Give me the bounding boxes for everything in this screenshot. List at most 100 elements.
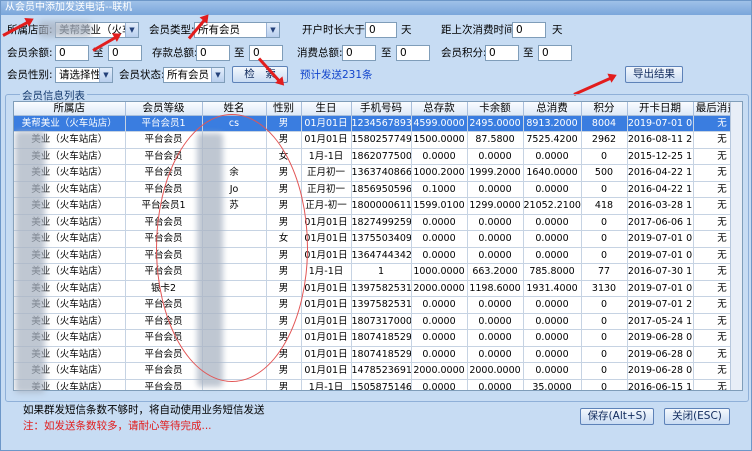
balance-to-input[interactable]: 0 [108, 45, 142, 61]
table-row[interactable]: 美帮美业（火车站店）平台会员1cs男01月01日123456789394599.… [14, 115, 742, 132]
open-duration-input[interactable]: 0 [365, 22, 397, 38]
table-cell: 18620775005 [351, 148, 412, 165]
table-row[interactable]: 美业（火车站店）平台会员男01月01日158025774971500.00008… [14, 131, 742, 149]
last-spend-input[interactable]: 0 [512, 22, 546, 38]
chevron-down-icon: ▼ [266, 23, 279, 37]
table-cell: 01月01日 [301, 296, 352, 314]
table-cell: 平台会员 [125, 362, 203, 380]
last-spend-label: 距上次消费时间: [441, 24, 519, 36]
table-cell: 0.0000 [411, 148, 468, 165]
type-select[interactable]: 所有会员 ▼ [194, 22, 280, 38]
table-cell: 0.0000 [411, 313, 468, 330]
column-header[interactable]: 总消费 [523, 102, 582, 116]
table-cell: 0.0000 [467, 247, 524, 264]
column-header[interactable]: 手机号码 [351, 102, 412, 116]
table-row[interactable]: 美业（火车站店）平台会员女1月-1日186207750050.00000.000… [14, 148, 742, 165]
table-cell: 0.0000 [523, 230, 582, 248]
column-header[interactable]: 所属店 [14, 102, 126, 116]
main-window: 从会员中添加发送电话--联机 所属店面: 美帮美业（火车站 ▼ 会员类型: 所有会… [0, 0, 752, 451]
spend-from-input[interactable]: 0 [342, 45, 376, 61]
table-row[interactable]: 美业（火车站店）银卡2男01月01日139758253102000.000011… [14, 280, 742, 297]
table-cell: 15058751461 [351, 379, 412, 390]
table-cell: 0 [581, 362, 628, 380]
table-cell: 2019-07-01 0 [627, 280, 694, 297]
table-cell: 18074185296З [351, 346, 412, 363]
table-cell: 1299.0000 [467, 197, 524, 215]
table-row[interactable]: 美业（火车站店） 平台会员男 1月-1日 1 1000.0000 663.2000 785.… [14, 263, 742, 281]
chevron-down-icon: ▼ [125, 23, 138, 37]
table-cell: 0 [581, 214, 628, 231]
table-cell: 1640.0000 [523, 164, 582, 182]
table-cell: 2019-06-28 0 [627, 346, 694, 363]
member-table[interactable]: 所属店 会员等级 姓名 性别 生日 手机号码 总存款 卡余额 总消费 积分 开卡日期 最后消费日 美帮… [13, 101, 743, 391]
open-duration-unit: 天 [401, 24, 412, 36]
table-cell: 1月-1日 [301, 263, 352, 281]
table-cell: 01月01日 [301, 230, 352, 248]
deposit-from-input[interactable]: 0 [196, 45, 230, 61]
column-header[interactable]: 卡余额 [467, 102, 524, 116]
chevron-down-icon: ▼ [211, 68, 224, 82]
status-select-value: 所有会员 [167, 69, 209, 81]
points-label: 会员积分: [441, 47, 487, 59]
table-row[interactable]: 美业（火车站店）平台会员男01月01日136474434240.00000.00… [14, 247, 742, 264]
table-cell: 13647443424 [351, 247, 412, 264]
balance-label: 会员余额: [7, 47, 53, 59]
table-cell: 13975825311 [351, 296, 412, 314]
points-from-input[interactable]: 0 [485, 45, 519, 61]
table-cell: 2017-05-24 1 [627, 313, 694, 330]
deposit-to-input[interactable]: 0 [249, 45, 283, 61]
table-cell: 1月-1日 [301, 148, 352, 165]
column-header[interactable]: 性别 [266, 102, 302, 116]
table-row[interactable]: 美业（火车站店）平台会员男01月01日147852369102000.00002… [14, 362, 742, 380]
gender-select[interactable]: 请选择性别 ▼ [55, 67, 113, 83]
table-cell: 01月01日 [301, 115, 352, 132]
table-row[interactable]: 美业（火车站店）平台会员男01月01日139758253110.00000.00… [14, 296, 742, 314]
wait-warning-note: 注：如发送条数较多，请耐心等待完成... [23, 420, 212, 432]
column-header[interactable]: 积分 [581, 102, 628, 116]
close-button[interactable]: 关闭(ESC) [664, 408, 730, 425]
to-label: 至 [523, 47, 534, 59]
table-cell: 0.0000 [467, 230, 524, 248]
export-button[interactable]: 导出结果 [625, 66, 683, 83]
to-label: 至 [381, 47, 392, 59]
table-row[interactable]: 美业（火车站店）平台会员男01月01日18074185296З0.00000.0… [14, 329, 742, 347]
table-cell: 1 [351, 263, 412, 281]
table-cell: 0.0000 [523, 329, 582, 347]
table-cell: 0.0000 [467, 296, 524, 314]
vertical-scrollbar[interactable] [730, 102, 742, 390]
spend-to-input[interactable]: 0 [396, 45, 430, 61]
table-cell: 平台会员 [125, 379, 203, 390]
privacy-blur [39, 21, 91, 37]
deposit-label: 存款总额: [152, 47, 198, 59]
table-cell: 13637408667 [351, 164, 412, 182]
table-cell: 2019-06-28 0 [627, 362, 694, 380]
table-cell: 2016-07-30 1 [627, 263, 694, 281]
table-row[interactable]: 美业（火车站店）平台会员男1月-1日150587514610.00000.000… [14, 379, 742, 390]
table-cell: 35.0000 [523, 379, 582, 390]
table-row[interactable]: 美业（火车站店）平台会员余男正月初一136374086671000.200019… [14, 164, 742, 182]
column-header[interactable]: 开卡日期 [627, 102, 694, 116]
table-cell: 8913.2000 [523, 115, 582, 132]
table-row[interactable]: 美业（火车站店）平台会员1苏男正月-初一180000061191599.0100… [14, 197, 742, 215]
table-cell: 418 [581, 197, 628, 215]
table-cell: 2017-06-06 1 [627, 214, 694, 231]
status-select[interactable]: 所有会员 ▼ [163, 67, 225, 83]
table-row[interactable]: 美业（火车站店）平台会员男01月01日182749925930.00000.00… [14, 214, 742, 231]
save-button[interactable]: 保存(Alt+S) [580, 408, 654, 425]
table-cell: 0.0000 [411, 346, 468, 363]
table-cell: 01月01日 [301, 346, 352, 363]
table-cell: 0.0000 [467, 329, 524, 347]
column-header[interactable]: 生日 [301, 102, 352, 116]
table-row[interactable]: 美业（火车站店）平台会员女01月01日137550340980.00000.00… [14, 230, 742, 248]
column-header[interactable]: 总存款 [411, 102, 468, 116]
gender-label: 会员性别: [7, 69, 53, 81]
points-to-input[interactable]: 0 [538, 45, 572, 61]
table-cell: 18073170000 [351, 313, 412, 330]
table-row[interactable]: 美业（火车站店）平台会员Jo男正月初一185695059650.10000.00… [14, 181, 742, 198]
table-cell: 2000.0000 [411, 280, 468, 297]
balance-from-input[interactable]: 0 [55, 45, 89, 61]
column-header[interactable]: 会员等级 [125, 102, 203, 116]
table-row[interactable]: 美业（火车站店）平台会员男01月01日180731700000.00000.00… [14, 313, 742, 330]
table-cell: 12345678939 [351, 115, 412, 132]
table-row[interactable]: 美业（火车站店）平台会员男01月01日18074185296З0.00000.0… [14, 346, 742, 363]
